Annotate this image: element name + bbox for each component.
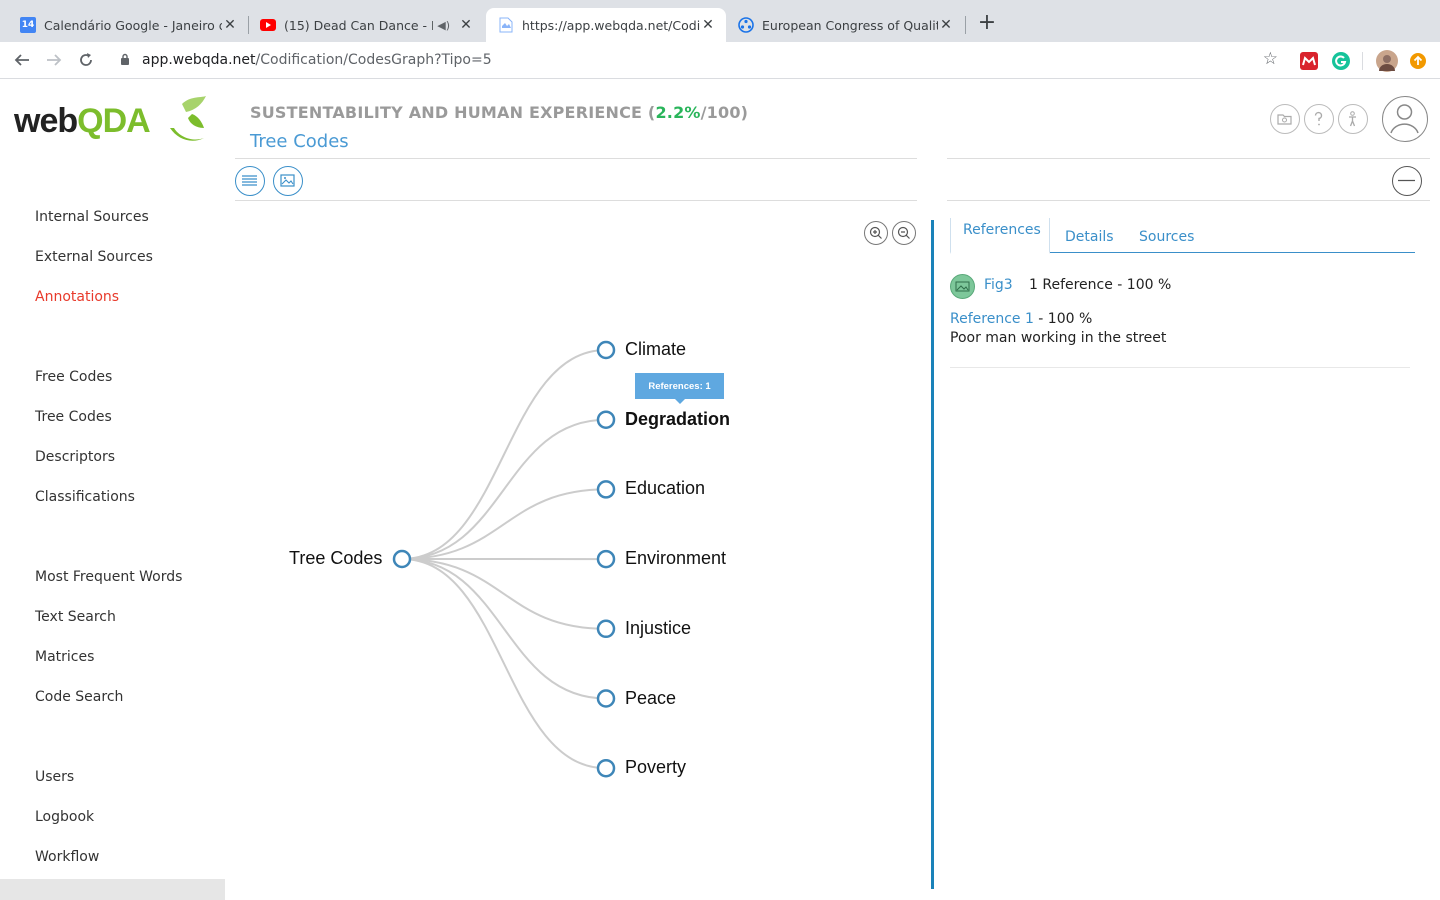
tree-node-education[interactable] [596, 480, 616, 499]
help-icon[interactable] [1304, 104, 1334, 134]
tree-node-climate[interactable] [596, 340, 616, 360]
tree-graph[interactable] [0, 0, 930, 900]
tree-node-label-poverty[interactable]: Poverty [625, 757, 686, 778]
tree-link [401, 349, 607, 560]
tree-link [401, 488, 607, 560]
references-tooltip: References: 1 [635, 373, 724, 404]
tab-underline [1050, 252, 1415, 253]
mendeley-extension-icon[interactable] [1300, 52, 1318, 70]
tree-node-environment[interactable] [596, 549, 616, 569]
tree-node-label-climate[interactable]: Climate [625, 339, 686, 360]
profile-avatar[interactable] [1376, 50, 1398, 72]
source-link[interactable]: Fig3 [984, 277, 1013, 293]
image-source-icon [950, 274, 975, 299]
tree-link [401, 558, 607, 700]
reference-line: Reference 1 - 100 % [950, 311, 1092, 327]
accessibility-icon[interactable] [1338, 104, 1368, 134]
grammarly-extension-icon[interactable] [1332, 52, 1350, 70]
reference-link[interactable]: Reference 1 [950, 311, 1034, 327]
tree-node-degradation[interactable] [596, 410, 616, 429]
new-tab-button[interactable]: + [976, 12, 998, 35]
tree-link [401, 558, 607, 630]
tree-root-node[interactable] [392, 549, 412, 569]
bookmark-star-icon[interactable]: ☆ [1263, 49, 1278, 69]
tree-node-injustice[interactable] [596, 619, 616, 639]
tab-references[interactable]: References [963, 222, 1041, 238]
tree-link [401, 558, 607, 770]
reference-percent: - 100 % [1033, 311, 1093, 327]
tree-link [401, 418, 607, 560]
tree-node-label-environment[interactable]: Environment [625, 548, 726, 569]
tree-node-label-education[interactable]: Education [625, 478, 705, 499]
tree-node-label-degradation[interactable]: Degradation [625, 409, 730, 430]
reference-text: Poor man working in the street [950, 330, 1167, 346]
tree-node-peace[interactable] [596, 689, 616, 708]
tab-sources[interactable]: Sources [1139, 229, 1194, 245]
panel-splitter[interactable] [931, 220, 934, 889]
tree-node-label-peace[interactable]: Peace [625, 688, 676, 709]
divider [947, 200, 1430, 201]
source-summary: 1 Reference - 100 % [1029, 277, 1172, 293]
close-tab-icon[interactable]: ✕ [938, 17, 954, 33]
tab-details[interactable]: Details [1065, 229, 1114, 245]
user-account-icon[interactable] [1382, 96, 1428, 142]
collapse-panel-button[interactable] [1392, 166, 1422, 196]
tree-node-label-injustice[interactable]: Injustice [625, 618, 691, 639]
divider [947, 158, 1430, 159]
tree-node-poverty[interactable] [596, 758, 616, 778]
tree-root-label[interactable]: Tree Codes [289, 548, 382, 569]
update-icon[interactable] [1410, 53, 1426, 69]
folder-icon[interactable] [1270, 104, 1300, 134]
divider [950, 367, 1410, 368]
